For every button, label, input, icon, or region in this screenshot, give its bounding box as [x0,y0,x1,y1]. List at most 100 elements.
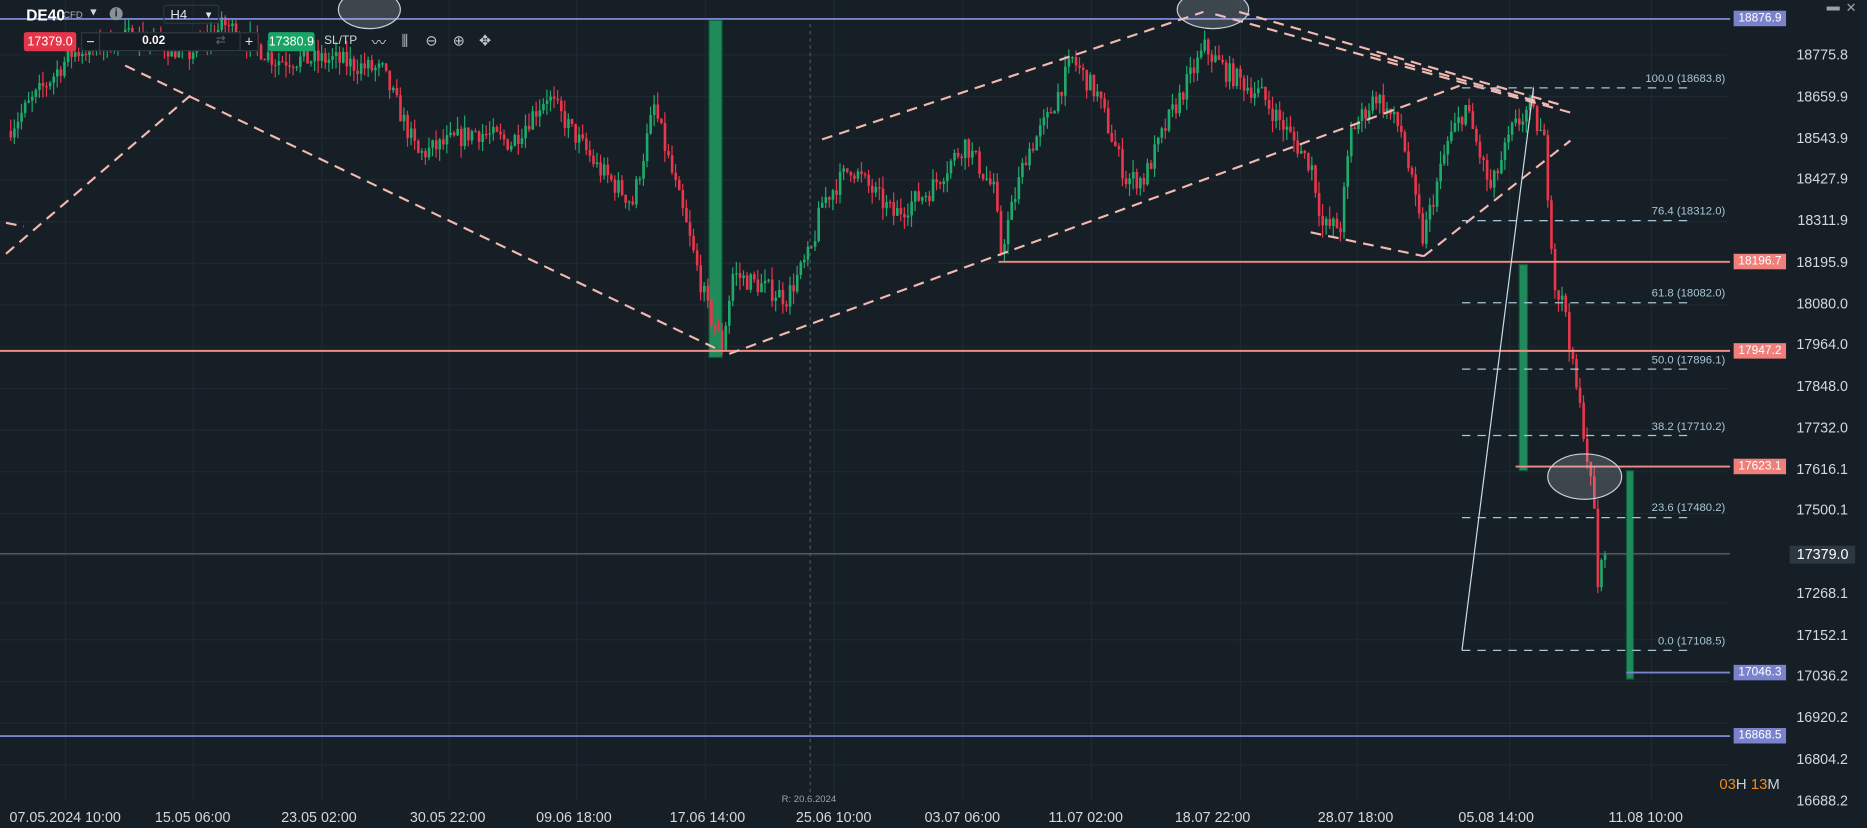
candle-body [320,53,324,61]
candle-body [1299,150,1303,154]
price-level-tag: 18196.7 [1733,254,1787,270]
replay-date-label: R: 20.6.2024 [781,793,837,805]
candle-body [1374,96,1378,104]
candle-body [1028,148,1031,166]
move-icon[interactable]: ✥ [479,32,491,49]
candle-body [906,215,910,218]
candle-body [978,151,981,174]
candle-body [30,96,34,101]
candle-body [824,197,828,203]
fib-level-label: 38.2 (17710.2) [1651,420,1726,434]
price-axis-label: 18195.9 [1796,253,1849,271]
candle-body [996,181,999,212]
candle-body [1067,58,1071,67]
candle-body [1156,137,1160,145]
candle-body [806,246,810,260]
swap-icon[interactable]: ⇄ [216,33,226,50]
price-level-tag: 17046.3 [1733,664,1787,681]
candle-body [1117,146,1121,150]
trading-chart-window: DE40 CFD ▼ i H4 ▼ 17379.0 − 0.02 ⇄ + 1738… [0,0,1867,828]
symbol-dropdown-icon[interactable]: ▼ [88,6,99,18]
candle-body [1432,204,1435,207]
minimize-button[interactable]: ▬ [1827,0,1840,14]
candle-body [702,285,706,293]
price-axis-label: 18427.9 [1796,170,1849,188]
price-level-tag: 17623.1 [1733,458,1787,475]
candle-body [1342,186,1346,233]
candle-body [799,262,803,275]
candle-body [1092,74,1096,97]
candle-body [1274,109,1278,122]
candle-body [48,82,52,87]
candle-body [1217,55,1221,60]
candle-body [1142,178,1146,185]
candle-body [413,128,417,141]
candle-body [813,241,817,247]
candle-body [956,152,960,157]
candlestick-icon[interactable]: ⫼ [402,32,409,50]
candle-body [1289,126,1292,132]
time-axis-label: 30.05 22:00 [409,809,486,826]
candle-body [1603,553,1607,560]
candle-body [1425,219,1428,244]
candle-body [1260,86,1264,89]
candle-body [420,151,424,153]
info-icon[interactable]: i [109,7,123,21]
line-chart-icon[interactable]: 〰 [372,32,386,52]
candle-body [853,175,856,179]
sell-button[interactable]: 17379.0 [23,32,77,52]
candle-body [946,173,949,182]
zoom-in-icon[interactable]: ⊕ [453,32,465,49]
candle-body [395,87,399,96]
candle-body [938,182,942,185]
volume-input[interactable]: 0.02 [130,33,178,50]
candle-body [867,174,871,186]
symbol-name[interactable]: DE40 [26,6,65,24]
candle-body [1364,109,1367,119]
candle-body [20,112,23,122]
candle-body [856,171,860,179]
candle-body [41,83,45,87]
candle-body [1146,163,1149,185]
close-button[interactable]: ✕ [1846,0,1857,15]
price-axis-label: 17500.1 [1796,502,1849,519]
candle-body [1071,57,1074,59]
volume-stepper[interactable]: − 0.02 ⇄ + [81,32,259,52]
candle-body [835,190,838,195]
candle-body [370,60,374,71]
candle-body [338,52,342,63]
candle-body [1006,219,1010,245]
candle-body [581,134,585,139]
candle-body [1174,104,1178,114]
candle-body [1378,94,1382,104]
candle-body [992,181,996,185]
trendline [5,221,25,228]
candle-body [817,207,820,242]
candle-body [592,155,595,165]
candle-body [502,134,506,140]
candle-body [667,150,670,156]
buy-button[interactable]: 17380.9 [268,32,315,52]
candle-body [291,67,295,69]
candle-body [13,128,16,138]
candle-body [1450,131,1453,141]
candle-body [1103,98,1106,109]
increase-volume-button[interactable]: + [239,33,257,51]
candle-body [1471,111,1475,129]
candle-body [1196,57,1199,73]
candle-body [1382,94,1385,114]
price-axis-label: 17152.1 [1796,626,1849,644]
candle-body [756,279,760,293]
zoom-out-icon[interactable]: ⊖ [425,32,437,49]
candle-body [692,235,695,251]
timeframe-select[interactable]: H4 ▼ [163,4,220,24]
candle-body [1232,63,1235,87]
candle-body [484,134,488,136]
candle-body [1074,57,1078,66]
price-chart[interactable] [0,0,1867,828]
candle-body [327,59,331,63]
candle-body [649,115,652,134]
decrease-volume-button[interactable]: − [82,33,101,51]
candle-body [1267,99,1271,109]
sl-tp-button[interactable]: SL/TP [324,35,357,48]
